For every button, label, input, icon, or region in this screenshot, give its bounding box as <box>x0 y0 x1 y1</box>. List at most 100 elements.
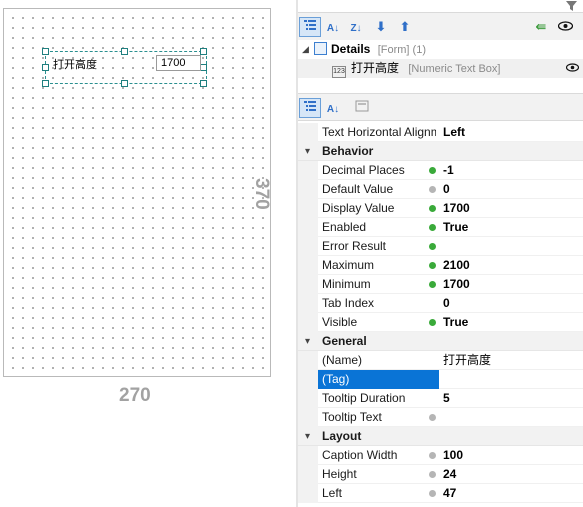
property-row[interactable]: Decimal Places -1 <box>298 161 583 180</box>
default-indicator-icon <box>429 186 436 193</box>
resize-handle-left[interactable] <box>42 64 49 71</box>
form-design-canvas[interactable]: 打开高度 1700 <box>3 8 271 377</box>
visibility-eye-icon[interactable] <box>554 17 576 37</box>
row-margin <box>298 123 318 142</box>
visibility-eye-icon[interactable] <box>565 59 580 78</box>
resize-handle-top-right[interactable] <box>200 48 207 55</box>
property-value[interactable]: 0 <box>443 180 450 199</box>
property-value[interactable]: 1700 <box>443 275 470 294</box>
property-name: Error Result <box>322 239 387 253</box>
resize-handle-right[interactable] <box>200 64 207 71</box>
tree-toolbar: A↓ Z↓ ⬇ ⬆ ⇚ <box>298 12 583 40</box>
categorized-view-icon[interactable] <box>299 17 321 37</box>
move-up-icon[interactable]: ⬆ <box>394 17 416 37</box>
row-margin <box>298 370 318 389</box>
property-name: Caption Width <box>322 448 398 462</box>
property-row[interactable]: Visible True <box>298 313 583 332</box>
property-category-row[interactable]: ▾ General <box>298 332 583 351</box>
property-name: Decimal Places <box>322 163 405 177</box>
collapse-all-icon[interactable]: ⇚ <box>530 17 552 37</box>
property-row[interactable]: Error Result <box>298 237 583 256</box>
property-name: Maximum <box>322 258 375 272</box>
property-name: Default Value <box>322 182 394 196</box>
row-margin <box>298 199 318 218</box>
sort-az-icon[interactable]: A↓ <box>322 17 344 37</box>
form-icon <box>314 42 327 55</box>
control-caption-label: 打开高度 <box>53 59 97 71</box>
property-row[interactable]: Maximum 2100 <box>298 256 583 275</box>
tree-item-form[interactable]: ◢ Details [Form] (1) <box>298 40 583 59</box>
default-indicator-icon <box>429 490 436 497</box>
move-down-icon[interactable]: ⬇ <box>370 17 392 37</box>
property-row[interactable]: (Tag) <box>298 370 583 389</box>
resize-handle-top[interactable] <box>121 48 128 55</box>
property-value[interactable]: True <box>443 313 468 332</box>
property-row[interactable]: Tooltip Duration 5 <box>298 389 583 408</box>
resize-handle-bottom-right[interactable] <box>200 80 207 87</box>
property-value[interactable]: 24 <box>443 465 456 484</box>
property-category-row[interactable]: ▾ Behavior <box>298 142 583 161</box>
property-row[interactable]: Caption Width 100 <box>298 446 583 465</box>
default-indicator-icon <box>429 452 436 459</box>
property-pages-icon[interactable] <box>351 98 373 118</box>
property-name: Tooltip Duration <box>322 391 406 405</box>
tree-item-control[interactable]: 123 打开高度 [Numeric Text Box] <box>298 59 583 78</box>
row-margin <box>298 161 318 180</box>
chevron-down-icon[interactable]: ▾ <box>305 427 310 446</box>
chevron-down-icon[interactable]: ▾ <box>305 142 310 161</box>
collapse-arrow-icon[interactable]: ◢ <box>302 40 309 59</box>
property-row[interactable]: Display Value 1700 <box>298 199 583 218</box>
property-name: Display Value <box>322 201 395 215</box>
row-margin <box>298 256 318 275</box>
value-set-indicator-icon <box>429 281 436 288</box>
row-margin <box>298 313 318 332</box>
property-row[interactable]: Minimum 1700 <box>298 275 583 294</box>
row-margin <box>298 389 318 408</box>
resize-handle-top-left[interactable] <box>42 48 49 55</box>
resize-handle-bottom-left[interactable] <box>42 80 49 87</box>
property-row[interactable]: Tab Index 0 <box>298 294 583 313</box>
row-margin <box>298 275 318 294</box>
property-row[interactable]: Text Horizontal Alignment Left <box>298 123 583 142</box>
property-row[interactable]: (Name) 打开高度 <box>298 351 583 370</box>
property-value[interactable]: 2100 <box>443 256 470 275</box>
property-value[interactable]: -1 <box>443 161 454 180</box>
property-value[interactable]: 100 <box>443 446 463 465</box>
chevron-down-icon[interactable]: ▾ <box>305 332 310 351</box>
property-name: Tab Index <box>322 296 375 310</box>
tree-control-type: [Numeric Text Box] <box>408 63 501 75</box>
tree-form-name: Details <box>331 42 371 56</box>
property-row[interactable]: Default Value 0 <box>298 180 583 199</box>
sort-za-icon[interactable]: Z↓ <box>345 17 367 37</box>
property-category-label: Behavior <box>322 144 374 158</box>
property-category-row[interactable]: ▾ Layout <box>298 427 583 446</box>
numeric-text-box[interactable]: 1700 <box>156 55 201 71</box>
property-row[interactable]: Enabled True <box>298 218 583 237</box>
property-row[interactable]: Height 24 <box>298 465 583 484</box>
property-grid-toolbar: A↓ <box>298 93 583 121</box>
categorized-view-icon[interactable] <box>299 98 321 118</box>
property-row[interactable]: Tooltip Text <box>298 408 583 427</box>
property-value[interactable]: 1700 <box>443 199 470 218</box>
tree-control-name: 打开高度 <box>351 61 400 75</box>
row-margin <box>298 446 318 465</box>
property-value[interactable]: 打开高度 <box>443 351 491 370</box>
property-value[interactable]: 47 <box>443 484 456 503</box>
property-value[interactable]: True <box>443 218 468 237</box>
tree-form-type: [Form] (1) <box>377 44 426 56</box>
property-name: Minimum <box>322 277 371 291</box>
value-set-indicator-icon <box>429 224 436 231</box>
row-margin <box>298 218 318 237</box>
property-value[interactable]: 5 <box>443 389 450 408</box>
property-name: Tooltip Text <box>322 410 382 424</box>
property-name: Enabled <box>322 220 367 234</box>
property-value[interactable]: Left <box>443 123 465 142</box>
properties-panel: A↓ Z↓ ⬇ ⬆ ⇚ ◢ Details [Form] (1) 123 打开高度… <box>298 0 583 507</box>
property-name: Height <box>322 467 357 481</box>
property-row[interactable]: Left 47 <box>298 484 583 503</box>
sort-az-icon[interactable]: A↓ <box>322 98 344 118</box>
value-set-indicator-icon <box>429 205 436 212</box>
property-value[interactable]: 0 <box>443 294 450 313</box>
form-height-label: 370 <box>251 178 272 210</box>
resize-handle-bottom[interactable] <box>121 80 128 87</box>
